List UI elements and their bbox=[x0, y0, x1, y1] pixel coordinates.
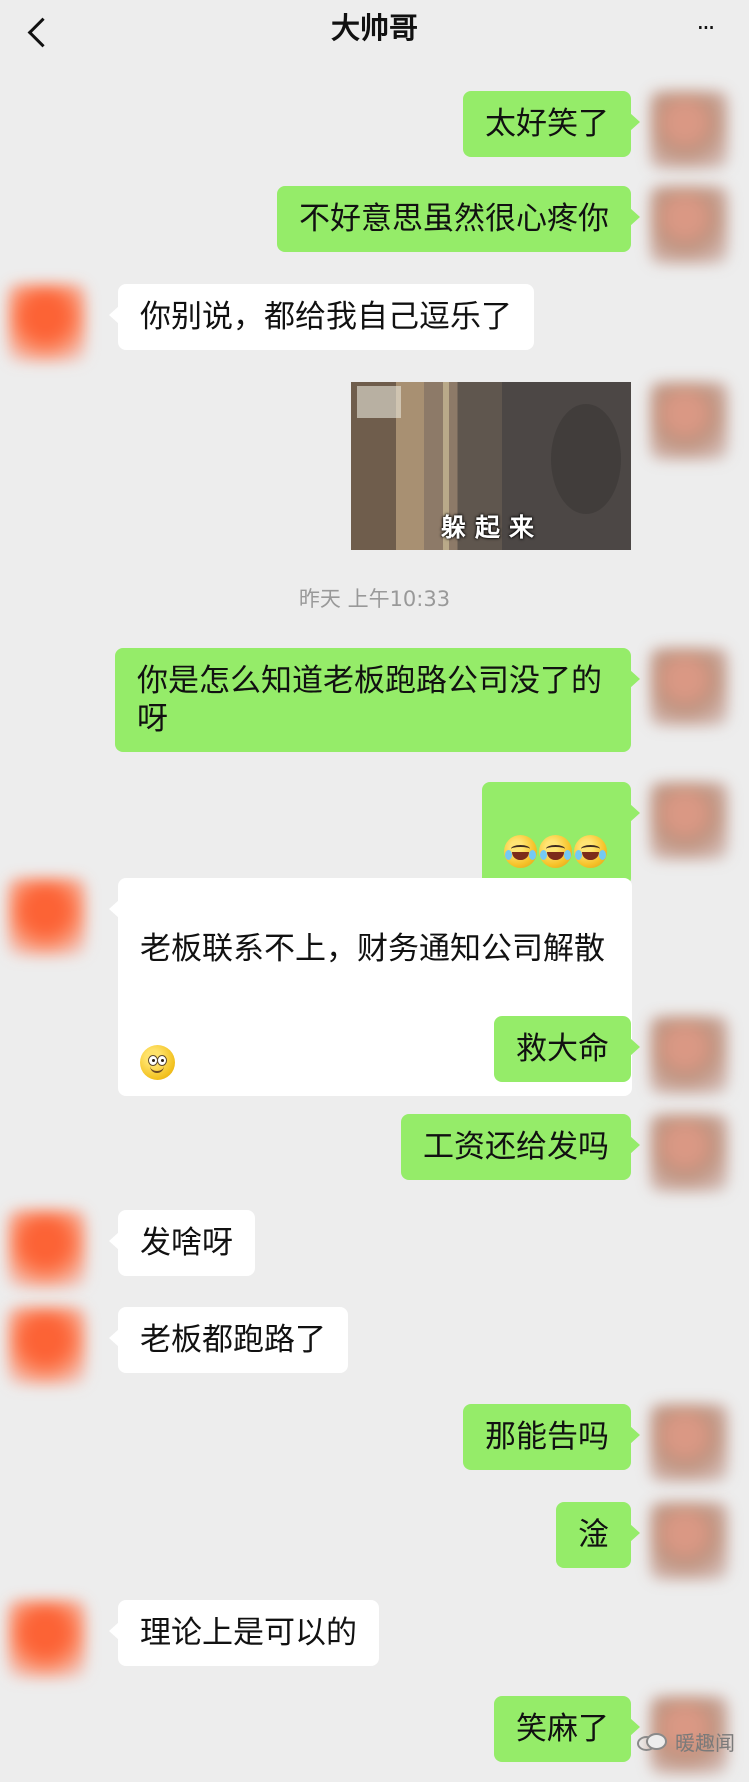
image-watermark-label bbox=[357, 386, 401, 418]
friend-avatar[interactable] bbox=[8, 878, 86, 956]
wechat-chat-screen: 大帅哥 ··· 太好笑了 不好意思虽然很心疼你 你别说，都给我自己逗乐了 躲起来… bbox=[0, 0, 749, 1782]
message-bubble-incoming[interactable]: 老板都跑路了 bbox=[109, 1307, 348, 1373]
chat-header: 大帅哥 ··· bbox=[0, 0, 749, 62]
my-avatar[interactable] bbox=[650, 1114, 728, 1192]
message-bubble-outgoing[interactable]: 你是怎么知道老板跑路公司没了的 呀 bbox=[115, 648, 640, 752]
laugh-cry-emoji-icon bbox=[504, 835, 537, 868]
friend-avatar[interactable] bbox=[8, 1600, 86, 1678]
message-bubble-outgoing[interactable]: 那能告吗 bbox=[463, 1404, 640, 1470]
watermark-text: 暖趣闻 bbox=[675, 1731, 735, 1755]
image-caption: 躲起来 bbox=[441, 513, 544, 542]
my-avatar[interactable] bbox=[650, 91, 728, 169]
message-bubble-outgoing[interactable]: 淦 bbox=[556, 1502, 640, 1568]
message-bubble-incoming[interactable]: 你别说，都给我自己逗乐了 bbox=[109, 284, 534, 350]
message-text: 老板联系不上，财务通知公司解散 bbox=[140, 931, 605, 967]
my-avatar[interactable] bbox=[650, 1502, 728, 1580]
source-watermark: 暖趣闻 bbox=[637, 1727, 735, 1759]
message-bubble-outgoing[interactable]: 救大命 bbox=[494, 1016, 640, 1082]
message-bubble-outgoing[interactable]: 笑麻了 bbox=[494, 1696, 640, 1762]
message-bubble-incoming[interactable]: 理论上是可以的 bbox=[109, 1600, 379, 1666]
wechat-icon bbox=[637, 1733, 667, 1753]
chat-title: 大帅哥 bbox=[330, 11, 418, 45]
laugh-cry-emoji-icon bbox=[539, 835, 572, 868]
my-avatar[interactable] bbox=[650, 186, 728, 264]
friend-avatar[interactable] bbox=[8, 284, 86, 362]
my-avatar[interactable] bbox=[650, 382, 728, 460]
message-bubble-incoming[interactable]: 发啥呀 bbox=[109, 1210, 255, 1276]
message-bubble-outgoing[interactable]: 不好意思虽然很心疼你 bbox=[277, 186, 640, 252]
message-bubble-outgoing[interactable]: 太好笑了 bbox=[463, 91, 640, 157]
image-message-sticker[interactable]: 躲起来 bbox=[351, 382, 631, 550]
laugh-cry-emoji-icon bbox=[574, 835, 607, 868]
my-avatar[interactable] bbox=[650, 1016, 728, 1094]
friend-avatar[interactable] bbox=[8, 1210, 86, 1288]
message-bubble-outgoing[interactable]: 工资还给发吗 bbox=[401, 1114, 640, 1180]
friend-avatar[interactable] bbox=[8, 1307, 86, 1385]
smile-emoji-icon bbox=[140, 1045, 175, 1080]
my-avatar[interactable] bbox=[650, 782, 728, 860]
my-avatar[interactable] bbox=[650, 1404, 728, 1482]
my-avatar[interactable] bbox=[650, 648, 728, 726]
chat-timestamp: 昨天 上午10:33 bbox=[298, 587, 451, 611]
message-bubble-outgoing[interactable] bbox=[482, 782, 640, 886]
more-options-button[interactable]: ··· bbox=[687, 16, 723, 42]
